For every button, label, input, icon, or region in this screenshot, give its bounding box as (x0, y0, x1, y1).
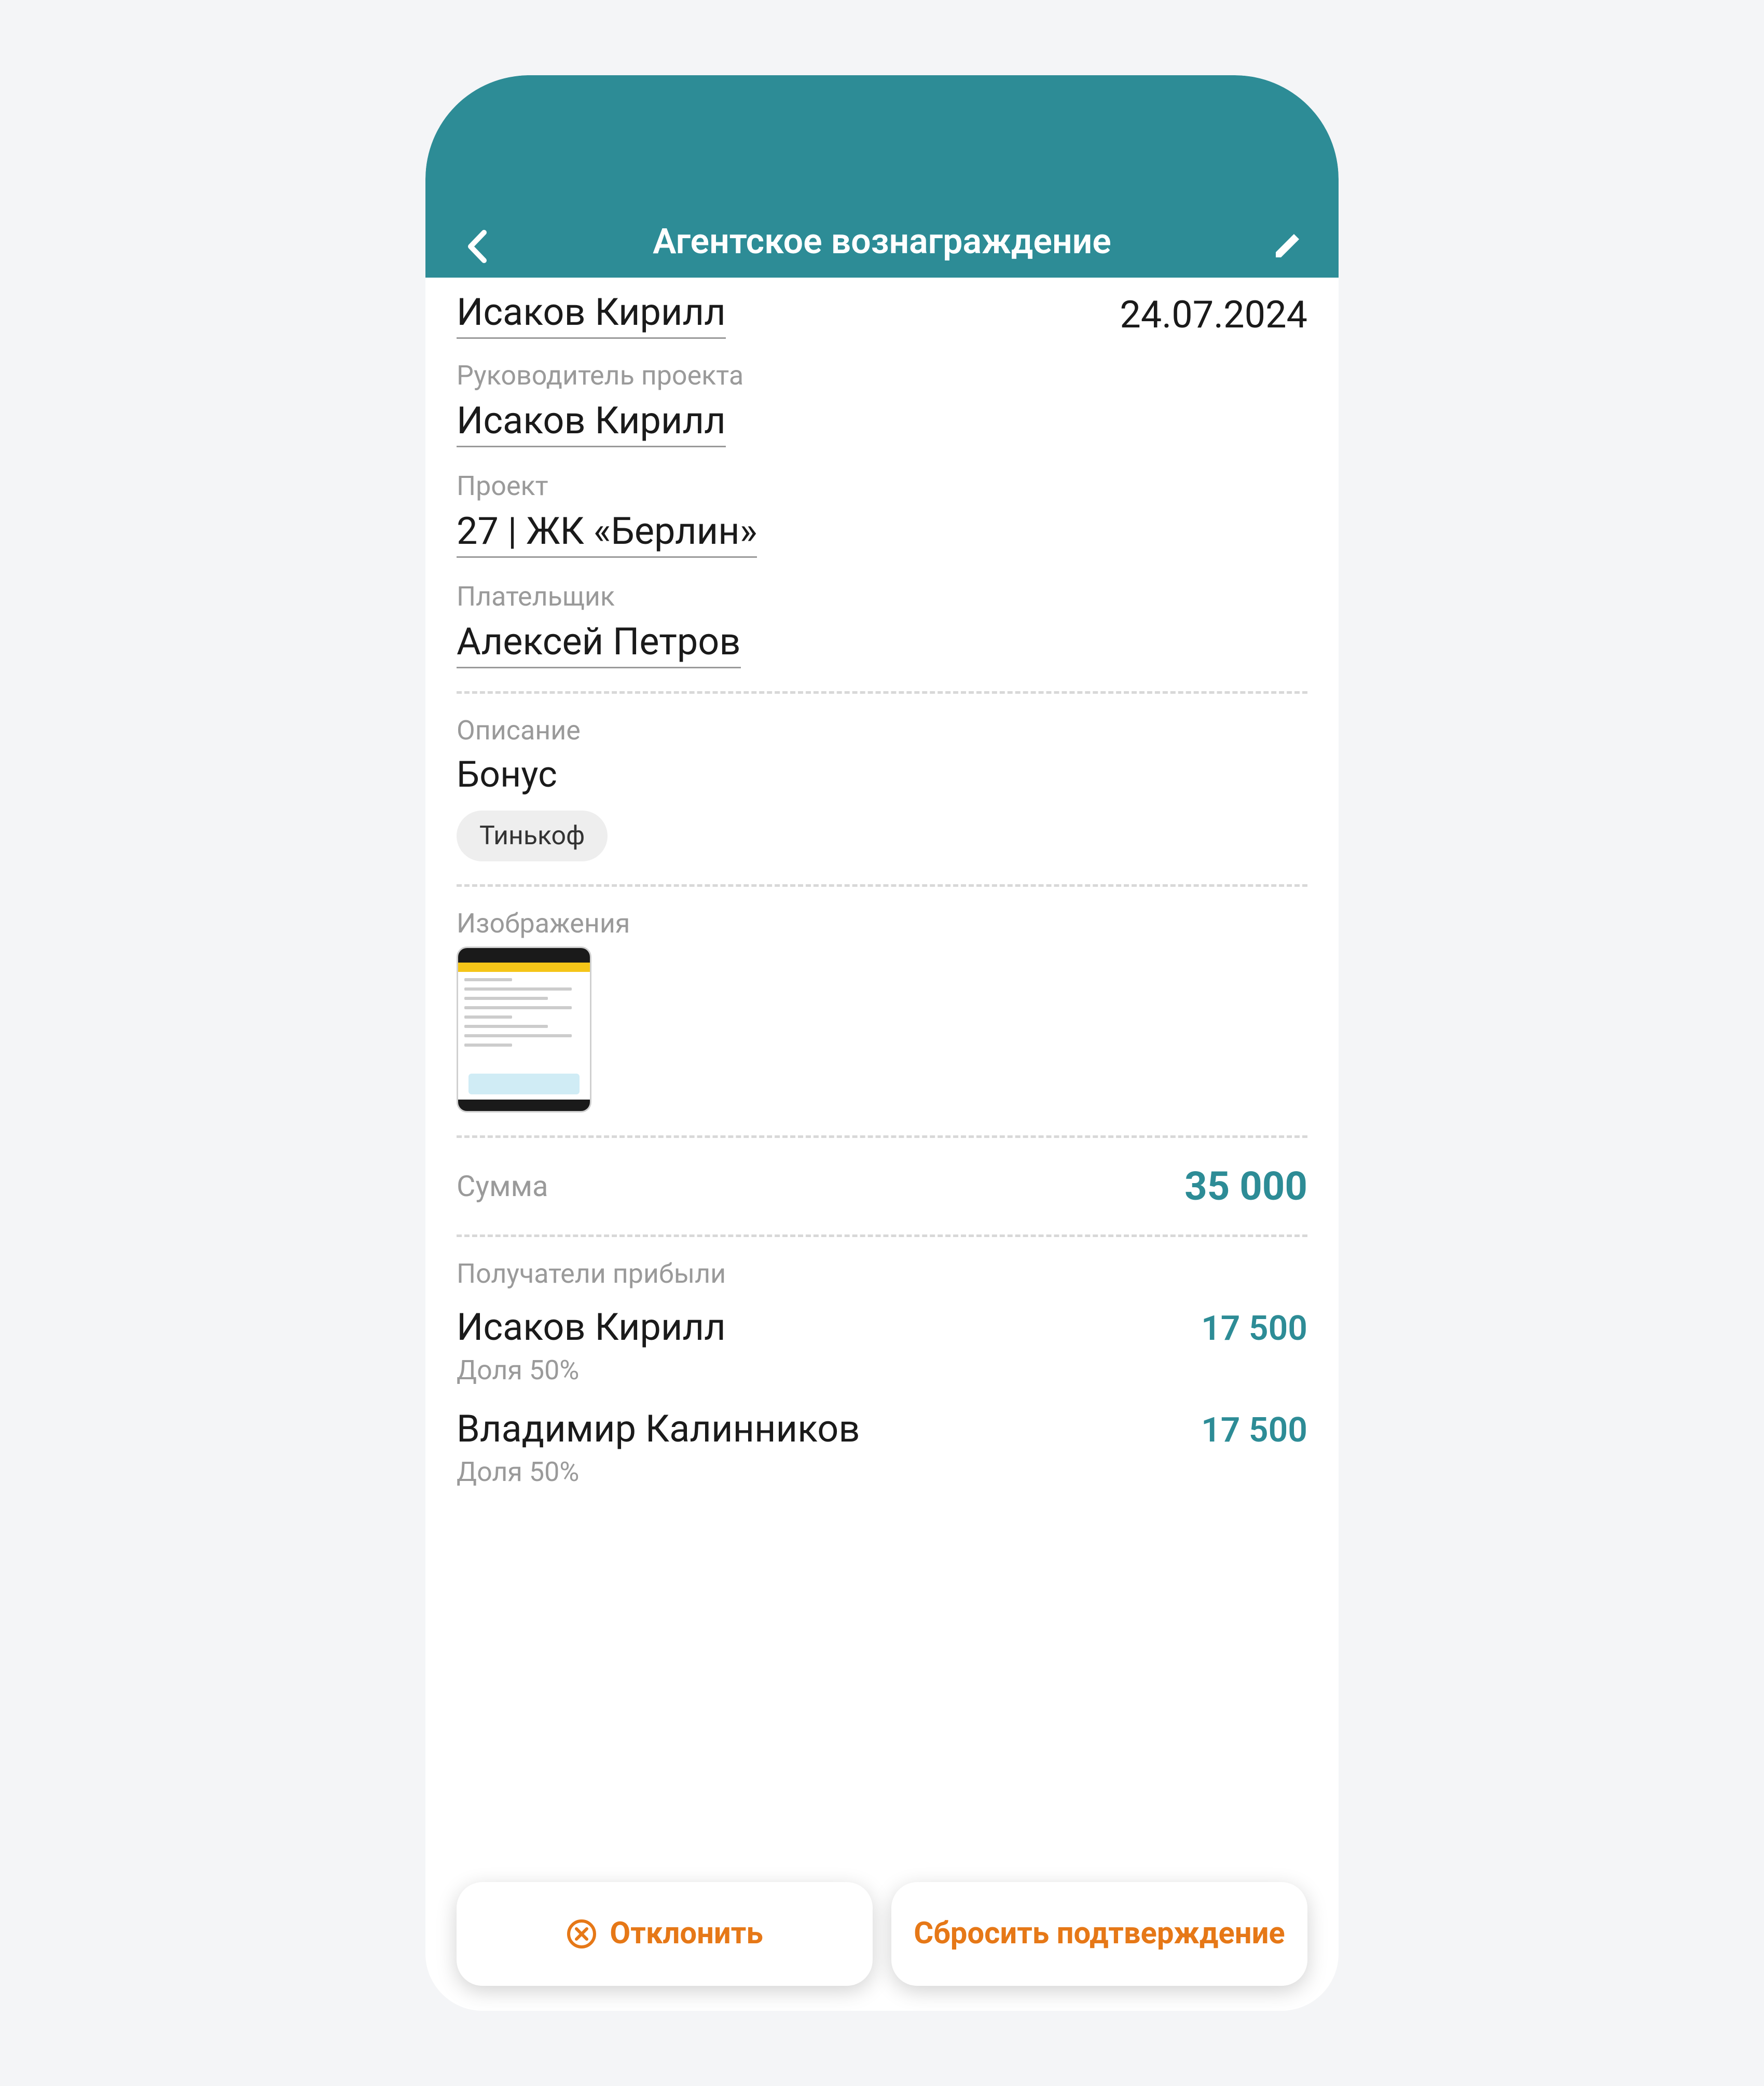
payer-field: Плательщик Алексей Петров (457, 581, 1307, 668)
sum-row: Сумма 35 000 (457, 1159, 1307, 1214)
thumb-accent (458, 963, 590, 972)
manager-label: Руководитель проекта (457, 360, 1307, 391)
divider (457, 691, 1307, 694)
recipient-amount: 17 500 (1201, 1410, 1307, 1450)
reset-label: Сбросить подтверждение (914, 1916, 1285, 1952)
project-label: Проект (457, 470, 1307, 502)
content-scroll[interactable]: Исаков Кирилл 24.07.2024 Руководитель пр… (425, 278, 1339, 2011)
reject-button[interactable]: Отклонить (457, 1882, 873, 1986)
phone-screen: Агентское вознаграждение Исаков Кирилл 2… (425, 75, 1339, 2011)
divider (457, 884, 1307, 887)
payer-value[interactable]: Алексей Петров (457, 620, 741, 668)
project-value[interactable]: 27 | ЖК «Берлин» (457, 509, 757, 558)
recipient-item: Исаков Кирилл 17 500 Доля 50% (457, 1305, 1307, 1386)
description-label: Описание (457, 715, 1307, 746)
sum-value: 35 000 (1184, 1163, 1307, 1210)
app-header: Агентское вознаграждение (425, 75, 1339, 278)
thumb-highlight (468, 1074, 580, 1094)
page-title: Агентское вознаграждение (653, 221, 1111, 262)
edit-button[interactable] (1266, 226, 1307, 267)
reject-icon (566, 1918, 597, 1950)
recipients-label: Получатели прибыли (457, 1258, 1307, 1289)
thumb-topbar (458, 948, 590, 963)
divider (457, 1135, 1307, 1138)
image-thumbnail[interactable] (457, 946, 591, 1113)
action-footer: Отклонить Сбросить подтверждение (457, 1882, 1307, 1986)
outer-frame: Агентское вознаграждение Исаков Кирилл 2… (0, 0, 1764, 2086)
images-field: Изображения (457, 908, 1307, 1113)
chevron-left-icon (464, 228, 490, 265)
payer-label: Плательщик (457, 581, 1307, 612)
creator-date-row: Исаков Кирилл 24.07.2024 (457, 290, 1307, 339)
description-field: Описание Бонус Тинькоф (457, 715, 1307, 861)
reset-confirmation-button[interactable]: Сбросить подтверждение (891, 1882, 1307, 1986)
manager-field: Руководитель проекта Исаков Кирилл (457, 360, 1307, 447)
back-button[interactable] (457, 226, 498, 267)
recipient-amount: 17 500 (1201, 1309, 1307, 1349)
divider (457, 1234, 1307, 1237)
creator-link[interactable]: Исаков Кирилл (457, 290, 726, 339)
recipient-share: Доля 50% (457, 1456, 1307, 1488)
recipient-item: Владимир Калинников 17 500 Доля 50% (457, 1407, 1307, 1488)
date-value: 24.07.2024 (1120, 293, 1307, 337)
manager-value[interactable]: Исаков Кирилл (457, 399, 726, 447)
pencil-icon (1270, 229, 1304, 264)
recipient-share: Доля 50% (457, 1354, 1307, 1386)
project-field: Проект 27 | ЖК «Берлин» (457, 470, 1307, 558)
sum-label: Сумма (457, 1169, 548, 1203)
recipient-name: Владимир Калинников (457, 1407, 860, 1451)
recipient-name: Исаков Кирилл (457, 1305, 726, 1349)
thumb-bottombar (458, 1100, 590, 1111)
reject-label: Отклонить (610, 1916, 763, 1952)
bank-tag[interactable]: Тинькоф (457, 811, 608, 861)
description-text: Бонус (457, 753, 1307, 796)
images-label: Изображения (457, 908, 1307, 939)
